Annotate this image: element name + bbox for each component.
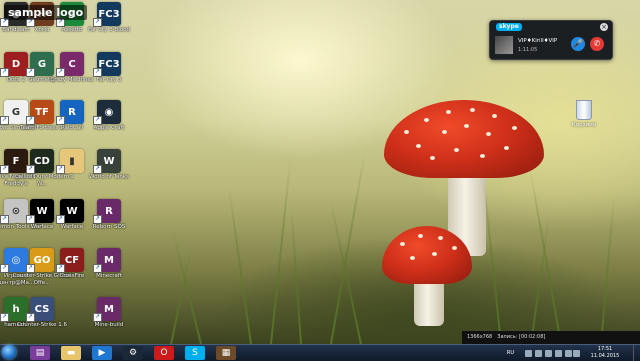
taskbar-app-minecraft[interactable]: ▦: [216, 346, 236, 360]
shortcut-arrow-icon: ↗: [0, 68, 9, 77]
taskbar-app-steam[interactable]: ⚙: [123, 346, 143, 360]
desktop-icon[interactable]: R ↗ Reborn SOS: [79, 199, 139, 247]
clock-date: 11.04.2015: [590, 352, 620, 359]
language-indicator[interactable]: RU: [507, 350, 514, 356]
desktop-icon-label: Mine-build: [94, 322, 124, 328]
shortcut-arrow-icon: ↗: [0, 165, 9, 174]
shortcut-arrow-icon: ↗: [93, 18, 102, 27]
shortcut-arrow-icon: ↗: [56, 215, 65, 224]
mic-button[interactable]: 🎤: [571, 37, 585, 51]
mushroom-cap: [384, 100, 544, 178]
shortcut-arrow-icon: ↗: [26, 215, 35, 224]
desktop-icon[interactable]: M ↗ Mine-build: [79, 297, 139, 344]
shortcut-arrow-icon: ↗: [56, 165, 65, 174]
recycle-bin-icon: [576, 100, 592, 120]
tray-icon[interactable]: [555, 350, 562, 357]
recorder-bar: 1366x768 Запись: [00:02:08]: [462, 331, 640, 344]
shortcut-arrow-icon: ↗: [0, 215, 9, 224]
skype-call-popup: skype × VIP♦Kirill♦VIP 1:11:05 🎤 ✆: [489, 20, 613, 60]
shortcut-arrow-icon: ↗: [0, 116, 9, 125]
shortcut-arrow-icon: ↗: [26, 313, 35, 322]
caller-avatar: [495, 36, 513, 54]
call-duration: 1:11:05: [518, 47, 538, 53]
desktop-icon-label: Far Cry 3: [96, 77, 122, 83]
show-desktop-button[interactable]: [633, 345, 640, 361]
close-icon[interactable]: ×: [600, 23, 608, 31]
sample-logo: sample logo: [4, 5, 88, 20]
shortcut-arrow-icon: ↗: [93, 165, 102, 174]
desktop-icon-label: World of Tanks: [89, 174, 129, 180]
desktop-icon[interactable]: M ↗ Minecraft: [79, 248, 139, 296]
shortcut-arrow-icon: ↗: [93, 264, 102, 273]
shortcut-arrow-icon: ↗: [56, 264, 65, 273]
recorder-status: Запись: [00:02:08]: [497, 334, 546, 340]
shortcut-arrow-icon: ↗: [26, 264, 35, 273]
clock[interactable]: 17:51 11.04.2015: [588, 346, 622, 359]
skype-logo: skype: [496, 23, 522, 31]
shortcut-arrow-icon: ↗: [93, 215, 102, 224]
recycle-bin-label: Корзина: [571, 122, 597, 128]
taskbar-app-opera[interactable]: O: [154, 346, 174, 360]
desktop-icon-label: Counter-Strike 1.6: [17, 322, 67, 328]
taskbar-app-explorer[interactable]: ▬: [61, 346, 81, 360]
shortcut-arrow-icon: ↗: [26, 116, 35, 125]
desktop-icon-label: Minecraft: [96, 273, 122, 279]
desktop-icon[interactable]: ◉ ↗ Apple Craft: [79, 100, 139, 148]
recorder-resolution: 1366x768: [467, 334, 493, 340]
taskbar-app-skype[interactable]: S: [185, 346, 205, 360]
desktop-icon[interactable]: CS ↗ Counter-Strike 1.6: [12, 297, 72, 344]
recycle-bin[interactable]: Корзина: [564, 100, 604, 140]
caller-name: VIP♦Kirill♦VIP: [518, 38, 558, 44]
hangup-button[interactable]: ✆: [590, 37, 604, 51]
shortcut-arrow-icon: ↗: [56, 116, 65, 125]
desktop-icon[interactable]: W ↗ World of Tanks: [79, 149, 139, 197]
tray-icon[interactable]: [545, 350, 552, 357]
taskbar-app-winrar[interactable]: ▤: [30, 346, 50, 360]
tray-icon[interactable]: [535, 350, 542, 357]
start-button[interactable]: [2, 345, 16, 359]
tray-icon[interactable]: [525, 350, 532, 357]
shortcut-arrow-icon: ↗: [93, 68, 102, 77]
volume-icon[interactable]: [565, 350, 572, 357]
taskbar: ▤ ▬ ▶ ⚙ O S ▦ RU 17:51 11.04.2015: [0, 344, 640, 361]
shortcut-arrow-icon: ↗: [0, 264, 9, 273]
shortcut-arrow-icon: ↗: [26, 68, 35, 77]
desktop-icon-label: Apple Craft: [93, 125, 125, 131]
desktop-icon-label: Reborn SOS: [92, 224, 126, 230]
shortcut-arrow-icon: ↗: [26, 165, 35, 174]
taskbar-app-media[interactable]: ▶: [92, 346, 112, 360]
desktop-icon[interactable]: FC3 ↗ Far Cry 3 Blood: [79, 2, 139, 50]
network-icon[interactable]: [573, 350, 580, 357]
desktop-icon[interactable]: FC3 ↗ Far Cry 3: [79, 52, 139, 100]
shortcut-arrow-icon: ↗: [56, 68, 65, 77]
shortcut-arrow-icon: ↗: [93, 313, 102, 322]
desktop-icon-label: Far Cry 3 Blood: [88, 27, 130, 33]
shortcut-arrow-icon: ↗: [0, 313, 9, 322]
shortcut-arrow-icon: ↗: [93, 116, 102, 125]
desktop: ●↗BandicamH↗ХомаA↗AssettoFC3↗Far Cry 3 B…: [0, 0, 640, 344]
